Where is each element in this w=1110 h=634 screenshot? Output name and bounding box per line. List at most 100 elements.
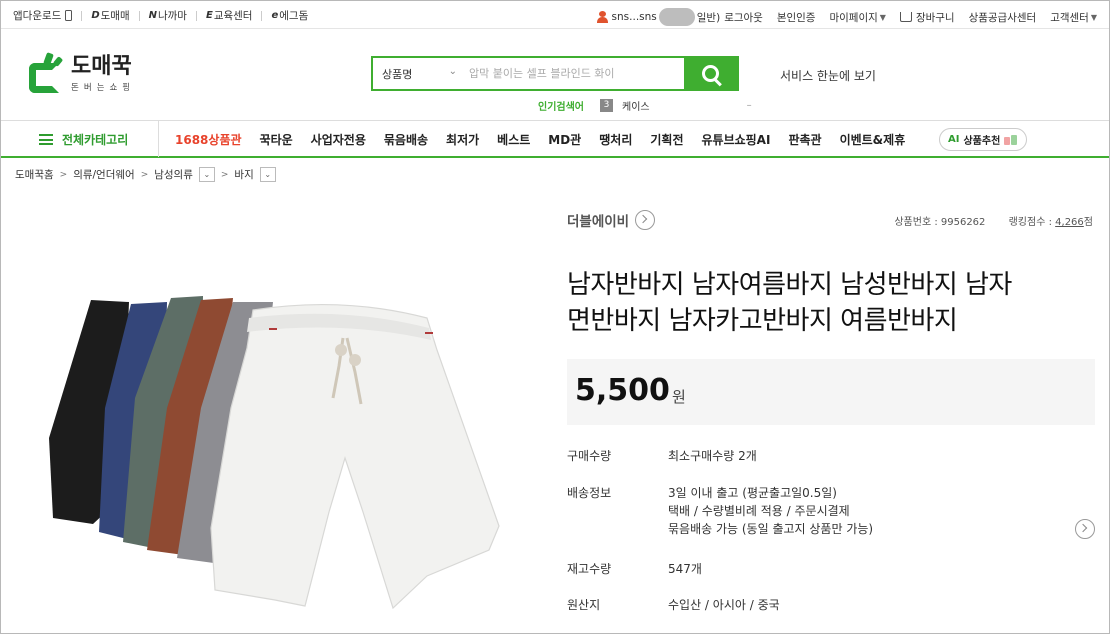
- search-bar: 상품명 ⌄: [371, 56, 739, 91]
- verify-link[interactable]: 본인인증: [777, 10, 816, 25]
- supplier-center-link[interactable]: 상품공급사센터: [969, 10, 1037, 25]
- breadcrumb-home[interactable]: 도매꾹홈: [15, 167, 54, 182]
- utility-bar: 앱다운로드 D 도매매 N 나까마 E 교육센터 e 에그돔 sns...sns…: [1, 1, 1109, 29]
- brand-name: 더블에이비: [567, 214, 630, 230]
- all-category-button[interactable]: 전체카테고리: [39, 131, 128, 148]
- utility-left: 앱다운로드 D 도매매 N 나까마 E 교육센터 e 에그돔: [13, 8, 308, 23]
- d-logo-icon: D: [91, 10, 100, 21]
- cart-link[interactable]: 장바구니: [899, 10, 955, 25]
- site-logo[interactable]: 도매꾹 돈버는쇼핑: [29, 52, 136, 95]
- rank-change: –: [746, 100, 752, 111]
- chevron-down-icon: ⌄: [448, 66, 457, 77]
- edu-center-link[interactable]: E 교육센터: [206, 8, 252, 23]
- divider: [195, 10, 197, 21]
- domeme-label: 도매매: [100, 10, 130, 22]
- nav-item-clearance[interactable]: 땡처리: [599, 131, 632, 148]
- n-logo-icon: N: [148, 10, 157, 21]
- ranking-unit: 점: [1083, 217, 1093, 228]
- support-menu[interactable]: 고객센터 ▼: [1050, 10, 1097, 25]
- search-input[interactable]: [467, 58, 684, 89]
- shipping-line3: 묶음배송 가능 (동일 출고지 상품만 가능): [668, 522, 874, 536]
- ai-recommend-button[interactable]: AI 상품추천: [939, 128, 1028, 151]
- brand-link[interactable]: 더블에이비: [567, 210, 656, 230]
- nav-item-lowest[interactable]: 최저가: [446, 131, 479, 148]
- breadcrumb-dropdown[interactable]: ⌄: [259, 167, 276, 182]
- breadcrumb: 도매꾹홈 > 의류/언더웨어 > 남성의류 ⌄ > 바지 ⌄: [15, 167, 276, 182]
- nav-item-youtube[interactable]: 유튜브쇼핑AI: [701, 131, 770, 148]
- logo-text: 도매꾹 돈버는쇼핑: [71, 54, 136, 94]
- domeme-link[interactable]: D 도매매: [91, 8, 129, 23]
- search-category-value: 상품명: [382, 67, 413, 81]
- nav-item-1688[interactable]: 1688상품관: [175, 131, 242, 148]
- origin-label: 원산지: [567, 598, 601, 612]
- eggdom-link[interactable]: e 에그돔: [271, 8, 308, 23]
- price-value: 5,500: [575, 373, 670, 408]
- min-qty-value: 2개: [738, 449, 757, 463]
- chevron-down-icon: ▼: [1090, 12, 1097, 22]
- chevron-right-icon: >: [59, 169, 68, 180]
- purchase-qty-value: 최소구매수량 2개: [668, 447, 757, 465]
- recommend-icon: [1004, 134, 1018, 145]
- popular-term[interactable]: 케이스: [622, 98, 650, 113]
- stock-value: 547개: [668, 562, 702, 576]
- mypage-menu[interactable]: 마이페이지 ▼: [829, 10, 885, 25]
- egg-icon: e: [271, 10, 279, 21]
- chevron-right-icon: >: [220, 169, 229, 180]
- ai-label: 상품추천: [963, 136, 1001, 147]
- divider: [81, 10, 83, 21]
- mypage-label: 마이페이지: [829, 11, 878, 24]
- chevron-right-icon: >: [140, 169, 149, 180]
- user-status: sns...sns 일반) 로그아웃: [596, 8, 763, 26]
- divider: [261, 10, 263, 21]
- origin-value: 수입산 / 아시아 / 중국: [668, 598, 780, 612]
- shipping-line1: 3일 이내 출고 (평균출고일0.5일): [668, 486, 837, 500]
- nav-item-md[interactable]: MD관: [548, 131, 581, 148]
- nav-item-events[interactable]: 이벤트&제휴: [840, 131, 906, 148]
- menu-icon: [39, 134, 53, 145]
- product-title: 남자반바지 남자여름바지 남성반바지 남자 면반바지 남자카고반바지 여름반바지: [567, 267, 1097, 339]
- product-number: 상품번호 : 9956262: [894, 217, 986, 228]
- logo-mark-icon: [29, 52, 65, 95]
- logout-link[interactable]: 로그아웃: [724, 10, 763, 25]
- logo-name: 도매꾹: [71, 54, 132, 79]
- search-category-select[interactable]: 상품명 ⌄: [373, 58, 467, 89]
- service-overview-link[interactable]: 서비스 한눈에 보기: [780, 67, 876, 84]
- edu-icon: E: [205, 10, 213, 21]
- breadcrumb-level3[interactable]: 바지: [234, 167, 253, 182]
- app-download-link[interactable]: 앱다운로드: [13, 8, 73, 23]
- search-button[interactable]: [684, 58, 737, 89]
- nav-item-business[interactable]: 사업자전용: [311, 131, 366, 148]
- stock-label: 재고수량: [567, 562, 612, 576]
- nav-item-special[interactable]: 기획전: [650, 131, 683, 148]
- app-download-label: 앱다운로드: [13, 10, 62, 22]
- cart-label: 장바구니: [915, 11, 955, 24]
- ranking-value[interactable]: 4,266: [1055, 217, 1084, 228]
- breadcrumb-level1[interactable]: 의류/언더웨어: [73, 167, 135, 182]
- cart-icon: [899, 12, 912, 22]
- logo-tagline: 돈버는쇼핑: [71, 83, 136, 93]
- all-category-label: 전체카테고리: [62, 133, 129, 147]
- nav-item-best[interactable]: 베스트: [497, 131, 530, 148]
- ai-badge: AI: [948, 134, 960, 145]
- nav-item-kkuktown[interactable]: 꾹타운: [260, 131, 293, 148]
- nav-menu: 1688상품관 꾹타운 사업자전용 묶음배송 최저가 베스트 MD관 땡처리 기…: [175, 131, 923, 148]
- page-frame: 앱다운로드 D 도매매 N 나까마 E 교육센터 e 에그돔 sns...sns…: [0, 0, 1110, 634]
- main-nav: 전체카테고리 1688상품관 꾹타운 사업자전용 묶음배송 최저가 베스트 MD…: [1, 120, 1109, 158]
- product-meta: 상품번호 : 9956262 랭킹점수 : 4,266점: [894, 213, 1093, 228]
- edu-center-label: 교육센터: [213, 10, 253, 22]
- search-icon: [702, 65, 719, 82]
- chevron-right-circle-icon: [635, 210, 656, 230]
- breadcrumb-level2[interactable]: 남성의류: [154, 167, 193, 182]
- shipping-line2: 택배 / 수량별비례 적용 / 주문시결제: [668, 504, 850, 518]
- nav-item-promo[interactable]: 판촉관: [788, 131, 821, 148]
- eggdom-label: 에그돔: [279, 10, 309, 22]
- nakama-link[interactable]: N 나까마: [149, 8, 187, 23]
- popular-rank: 3: [600, 99, 613, 112]
- shipping-detail-button[interactable]: [1075, 519, 1095, 539]
- popular-label: 인기검색어: [538, 102, 584, 113]
- nakama-label: 나까마: [157, 10, 187, 22]
- breadcrumb-dropdown[interactable]: ⌄: [198, 167, 215, 182]
- price-currency: 원: [672, 388, 686, 406]
- nav-item-bundle[interactable]: 묶음배송: [384, 131, 428, 148]
- ranking-score: 랭킹점수 : 4,266점: [1009, 217, 1093, 228]
